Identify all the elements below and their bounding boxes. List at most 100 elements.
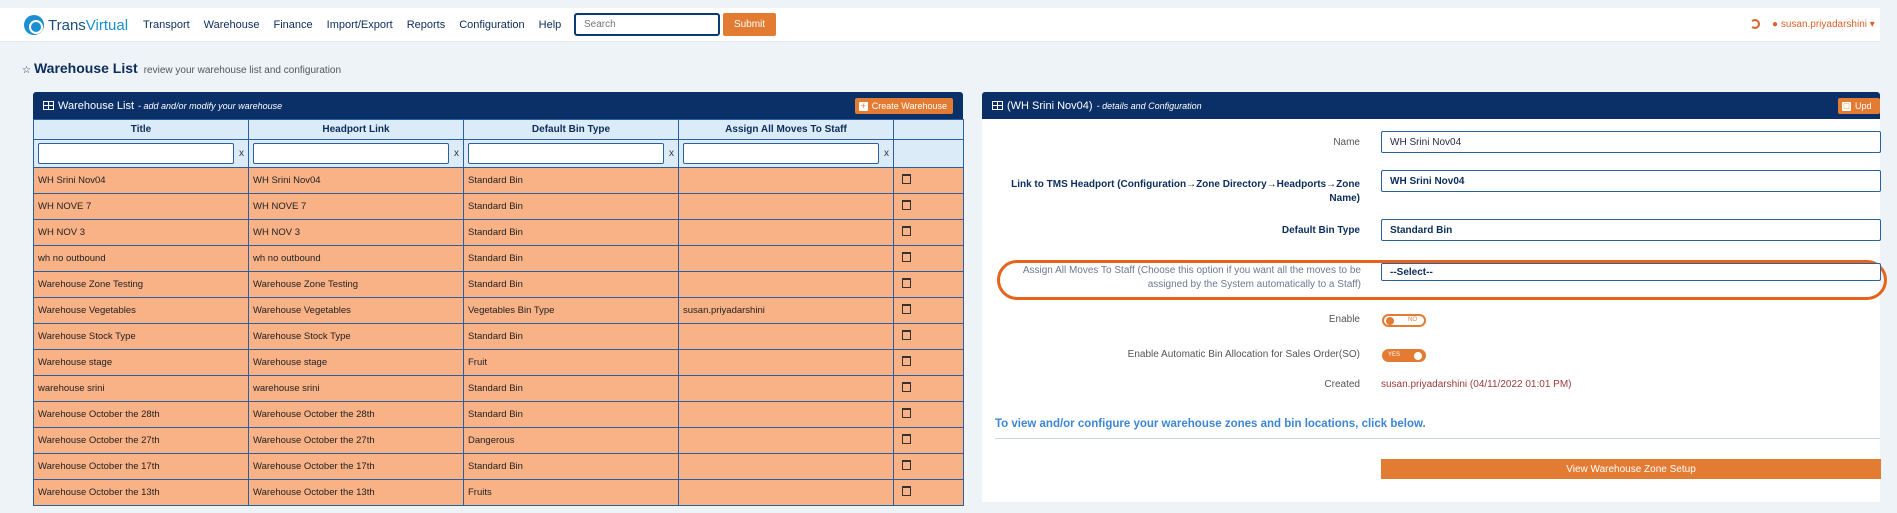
- history-icon[interactable]: [1750, 19, 1760, 29]
- row-actions: [893, 323, 964, 350]
- trash-icon[interactable]: [902, 356, 911, 366]
- warehouse-table: Title Headport Link Default Bin Type Ass…: [33, 119, 964, 506]
- nav-reports[interactable]: Reports: [407, 19, 446, 31]
- table-cell: WH NOVE 7: [248, 193, 464, 220]
- trash-icon[interactable]: [902, 382, 911, 392]
- col-assign-staff[interactable]: Assign All Moves To Staff: [678, 119, 894, 140]
- assign-staff-select[interactable]: --Select--: [1381, 263, 1881, 281]
- divider: [995, 438, 1880, 439]
- table-cell: Dangerous: [463, 427, 679, 454]
- warehouse-list-panel: Warehouse List - add and/or modify your …: [33, 92, 964, 506]
- table-row[interactable]: Warehouse October the 13th Warehouse Octo…: [33, 479, 964, 506]
- row-actions: [893, 427, 964, 454]
- table-cell: Warehouse October the 28th: [248, 401, 464, 428]
- trash-icon[interactable]: [902, 174, 911, 184]
- clear-filter-headport[interactable]: x: [454, 148, 459, 159]
- table-row[interactable]: wh no outbound wh no outbound Standard Bin: [33, 245, 964, 272]
- table-row[interactable]: WH NOV 3 WH NOV 3 Standard Bin: [33, 219, 964, 246]
- table-row[interactable]: Warehouse Vegetables Warehouse Vegetables…: [33, 297, 964, 324]
- nav-warehouse[interactable]: Warehouse: [204, 19, 260, 31]
- filter-staff-input[interactable]: [683, 143, 879, 164]
- filter-bin-input[interactable]: [468, 143, 664, 164]
- filter-headport-input[interactable]: [253, 143, 449, 164]
- table-row[interactable]: Warehouse stage Warehouse stage Fruit: [33, 349, 964, 376]
- created-value: susan.priyadarshini (04/11/2022 01:01 PM…: [1381, 379, 1572, 390]
- trash-icon[interactable]: [902, 434, 911, 444]
- view-zone-setup-button[interactable]: View Warehouse Zone Setup: [1381, 459, 1881, 479]
- table-cell: [678, 349, 894, 376]
- create-warehouse-button[interactable]: + Create Warehouse: [854, 98, 953, 114]
- table-cell: Warehouse October the 27th: [248, 427, 464, 454]
- trash-icon[interactable]: [902, 252, 911, 262]
- zones-info-text: To view and/or configure your warehouse …: [995, 418, 1426, 430]
- toggle-knob: [1386, 317, 1394, 325]
- enable-state: NO: [1408, 317, 1417, 323]
- table-cell: Standard Bin: [463, 219, 679, 246]
- row-actions: [893, 167, 964, 194]
- table-row[interactable]: Warehouse October the 17th Warehouse Octo…: [33, 453, 964, 480]
- nav-finance[interactable]: Finance: [274, 19, 313, 31]
- table-cell: Fruit: [463, 349, 679, 376]
- table-row[interactable]: Warehouse October the 27th Warehouse Octo…: [33, 427, 964, 454]
- nav-configuration[interactable]: Configuration: [459, 19, 524, 31]
- table-cell: Warehouse October the 17th: [248, 453, 464, 480]
- trash-icon[interactable]: [902, 408, 911, 418]
- enable-toggle[interactable]: NO: [1382, 314, 1426, 327]
- submit-button[interactable]: Submit: [723, 13, 776, 36]
- search-input[interactable]: [574, 13, 720, 36]
- clear-filter-bin[interactable]: x: [669, 148, 674, 159]
- table-cell: Standard Bin: [463, 193, 679, 220]
- col-title[interactable]: Title: [33, 119, 249, 140]
- table-cell: Standard Bin: [463, 271, 679, 298]
- table-cell: Warehouse Zone Testing: [248, 271, 464, 298]
- table-row[interactable]: WH NOVE 7 WH NOVE 7 Standard Bin: [33, 193, 964, 220]
- table-cell: [678, 375, 894, 402]
- table-icon: [992, 101, 1003, 110]
- table-row[interactable]: Warehouse October the 28th Warehouse Octo…: [33, 401, 964, 428]
- trash-icon[interactable]: [902, 330, 911, 340]
- table-cell: Warehouse Vegetables: [248, 297, 464, 324]
- filter-title-input[interactable]: [38, 143, 234, 164]
- bin-type-select[interactable]: Standard Bin: [1381, 219, 1881, 241]
- table-row[interactable]: warehouse srini warehouse srini Standard B…: [33, 375, 964, 402]
- table-row[interactable]: Warehouse Stock Type Warehouse Stock Type…: [33, 323, 964, 350]
- trash-icon[interactable]: [902, 304, 911, 314]
- table-cell: WH NOV 3: [248, 219, 464, 246]
- star-icon[interactable]: ☆: [22, 65, 31, 76]
- trash-icon[interactable]: [902, 200, 911, 210]
- auto-allocation-toggle[interactable]: YES: [1382, 349, 1426, 362]
- nav-help[interactable]: Help: [539, 19, 562, 31]
- table-cell: Standard Bin: [463, 375, 679, 402]
- headport-select[interactable]: WH Srini Nov04: [1381, 170, 1881, 192]
- table-cell: [678, 453, 894, 480]
- trash-icon[interactable]: [902, 278, 911, 288]
- table-cell: wh no outbound: [33, 245, 249, 272]
- table-cell: [678, 219, 894, 246]
- table-row[interactable]: WH Srini Nov04 WH Srini Nov04 Standard Bin: [33, 167, 964, 194]
- nav-import-export[interactable]: Import/Export: [327, 19, 393, 31]
- trash-icon[interactable]: [902, 486, 911, 496]
- list-panel-desc: - add and/or modify your warehouse: [138, 100, 283, 111]
- update-button[interactable]: □ Upd: [1838, 98, 1880, 114]
- col-actions: [893, 119, 964, 140]
- trash-icon[interactable]: [902, 460, 911, 470]
- col-headport-link[interactable]: Headport Link: [248, 119, 464, 140]
- detail-panel-header: (WH Srini Nov04) - details and Configura…: [982, 92, 1880, 119]
- clear-filter-staff[interactable]: x: [884, 148, 889, 159]
- table-cell: Warehouse Zone Testing: [33, 271, 249, 298]
- trash-icon[interactable]: [902, 226, 911, 236]
- table-cell: warehouse srini: [33, 375, 249, 402]
- logo[interactable]: TransVirtual: [24, 15, 128, 35]
- table-cell: Vegetables Bin Type: [463, 297, 679, 324]
- nav-transport[interactable]: Transport: [143, 19, 190, 31]
- assign-staff-label: Assign All Moves To Staff (Choose this o…: [1022, 265, 1361, 290]
- user-menu[interactable]: ● susan.priyadarshini ▾: [1772, 19, 1875, 30]
- row-actions: [893, 271, 964, 298]
- col-default-bin-type[interactable]: Default Bin Type: [463, 119, 679, 140]
- filter-row: x x x x: [33, 139, 964, 168]
- table-cell: warehouse srini: [248, 375, 464, 402]
- table-cell: WH NOV 3: [33, 219, 249, 246]
- clear-filter-title[interactable]: x: [239, 148, 244, 159]
- name-field[interactable]: WH Srini Nov04: [1381, 131, 1881, 153]
- table-row[interactable]: Warehouse Zone Testing Warehouse Zone Tes…: [33, 271, 964, 298]
